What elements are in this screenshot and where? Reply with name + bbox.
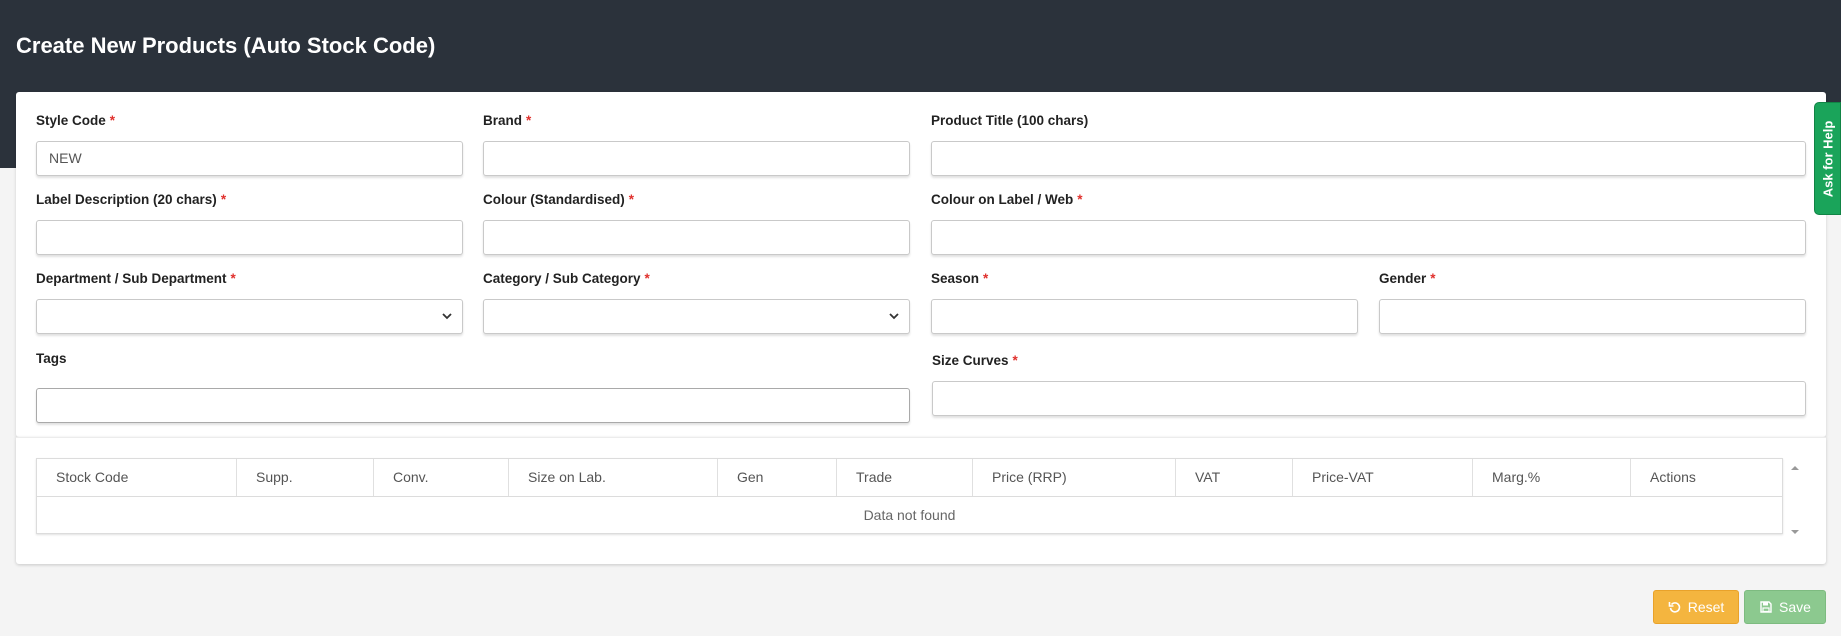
variants-table-card: Stock Code Supp. Conv. Size on Lab. Gen … [16, 437, 1826, 564]
required-marker: * [220, 192, 227, 207]
colour-standardised-field: Colour (Standardised) * [483, 191, 910, 255]
style-code-field: Style Code * NEW [36, 112, 463, 176]
required-marker: * [1430, 271, 1436, 286]
colour-standardised-label: Colour (Standardised) [483, 192, 625, 207]
tags-field: Tags [36, 350, 910, 423]
ask-for-help-tab[interactable]: Ask for Help [1814, 102, 1841, 215]
department-label: Department / Sub Department [36, 271, 227, 286]
colour-on-label-input[interactable] [931, 220, 1806, 255]
floppy-disk-icon [1760, 601, 1772, 613]
brand-field: Brand * [483, 112, 910, 176]
season-field: Season * [931, 270, 1358, 334]
col-gen[interactable]: Gen [718, 459, 837, 496]
season-input[interactable] [931, 299, 1358, 334]
col-size-on-label[interactable]: Size on Lab. [509, 459, 718, 496]
required-marker: * [1012, 353, 1018, 368]
required-marker: * [983, 271, 989, 286]
col-conv[interactable]: Conv. [374, 459, 509, 496]
col-trade[interactable]: Trade [837, 459, 973, 496]
col-margin[interactable]: Marg.% [1473, 459, 1631, 496]
department-field: Department / Sub Department * [36, 270, 463, 334]
tags-label: Tags [36, 351, 67, 366]
gender-label: Gender [1379, 271, 1427, 286]
scroll-down-arrow-icon[interactable] [1789, 527, 1801, 537]
product-title-label: Product Title (100 chars) [931, 113, 1089, 128]
gender-field: Gender * [1379, 270, 1806, 334]
required-marker: * [644, 271, 650, 286]
reset-button[interactable]: Reset [1653, 590, 1739, 624]
save-label: Save [1779, 599, 1811, 615]
page-title: Create New Products (Auto Stock Code) [16, 33, 436, 58]
chevron-down-icon [442, 313, 452, 320]
category-field: Category / Sub Category * [483, 270, 910, 334]
brand-input[interactable] [483, 141, 910, 176]
ask-for-help-label: Ask for Help [1820, 120, 1835, 197]
label-description-label: Label Description (20 chars) [36, 192, 217, 207]
scroll-up-arrow-icon[interactable] [1789, 463, 1801, 473]
label-description-input[interactable] [36, 220, 463, 255]
category-label: Category / Sub Category [483, 271, 641, 286]
chevron-down-icon [889, 313, 899, 320]
empty-state-message: Data not found [863, 507, 956, 523]
save-button[interactable]: Save [1744, 590, 1826, 624]
style-code-label: Style Code [36, 113, 106, 128]
season-label: Season [931, 271, 980, 286]
category-select[interactable] [483, 299, 910, 334]
colour-on-label-label: Colour on Label / Web [931, 192, 1074, 207]
gender-input[interactable] [1379, 299, 1806, 334]
reset-label: Reset [1687, 599, 1725, 615]
product-form: Style Code * NEW Brand * Product Title (10… [16, 92, 1826, 437]
product-title-field: Product Title (100 chars) [931, 112, 1806, 176]
undo-icon [1668, 602, 1680, 613]
col-price-rrp[interactable]: Price (RRP) [973, 459, 1176, 496]
required-marker: * [109, 113, 116, 128]
colour-on-label-field: Colour on Label / Web * [931, 191, 1806, 255]
size-curves-field: Size Curves * [932, 352, 1806, 416]
col-stock-code[interactable]: Stock Code [37, 459, 237, 496]
col-vat[interactable]: VAT [1176, 459, 1293, 496]
required-marker: * [628, 192, 635, 207]
required-marker: * [1077, 192, 1083, 207]
tags-input[interactable] [36, 388, 910, 423]
required-marker: * [526, 113, 532, 128]
label-description-field: Label Description (20 chars) * [36, 191, 463, 255]
required-marker: * [230, 271, 236, 286]
col-price-vat[interactable]: Price-VAT [1293, 459, 1473, 496]
table-header: Stock Code Supp. Conv. Size on Lab. Gen … [37, 459, 1782, 497]
variants-table: Stock Code Supp. Conv. Size on Lab. Gen … [36, 458, 1783, 534]
product-title-input[interactable] [931, 141, 1806, 176]
col-supp[interactable]: Supp. [237, 459, 374, 496]
size-curves-input[interactable] [932, 381, 1806, 416]
brand-label: Brand [483, 113, 523, 128]
department-select[interactable] [36, 299, 463, 334]
col-actions[interactable]: Actions [1631, 459, 1782, 496]
size-curves-label: Size Curves [932, 353, 1009, 368]
style-code-input[interactable]: NEW [36, 141, 463, 176]
colour-standardised-input[interactable] [483, 220, 910, 255]
